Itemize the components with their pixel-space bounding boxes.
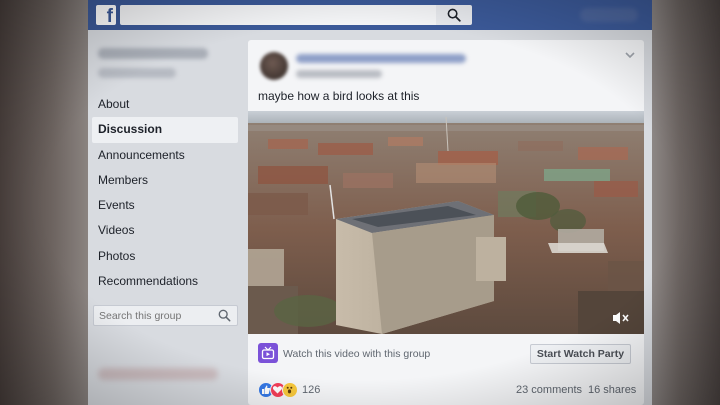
comments-link[interactable]: 23 comments (516, 384, 582, 396)
watch-party-bar: Watch this video with this group Start W… (248, 334, 644, 368)
top-bar: f (88, 0, 652, 30)
sidebar-item-announcements[interactable]: Announcements (92, 143, 238, 168)
search-icon[interactable] (218, 309, 231, 322)
wow-icon (282, 382, 298, 398)
speaker-muted-icon[interactable] (612, 311, 630, 325)
watch-party-icon (258, 343, 278, 363)
sidebar-item-photos[interactable]: Photos (92, 244, 238, 269)
watch-party-label: Watch this video with this group (283, 348, 431, 360)
background-right (652, 0, 720, 405)
sidebar-item-recommendations[interactable]: Recommendations (92, 269, 238, 294)
group-search-input[interactable] (94, 306, 214, 325)
sidebar-item-events[interactable]: Events (92, 193, 238, 218)
avatar[interactable] (260, 52, 288, 80)
chevron-down-icon[interactable] (624, 50, 636, 60)
sidebar-item-about[interactable]: About (92, 92, 238, 117)
facebook-logo[interactable]: f (96, 5, 116, 25)
background-left (0, 0, 88, 405)
feed-post: maybe how a bird looks at this Watch thi… (248, 40, 644, 405)
facebook-window: f About Discussion Announcements Members… (88, 0, 652, 405)
group-nav: About Discussion Announcements Members E… (92, 92, 238, 294)
post-text: maybe how a bird looks at this (258, 89, 420, 103)
sidebar-item-videos[interactable]: Videos (92, 218, 238, 243)
group-name[interactable] (98, 48, 208, 59)
castle-aerial-video-frame (248, 111, 644, 334)
reaction-count: 126 (302, 384, 321, 396)
start-watch-party-button[interactable]: Start Watch Party (530, 344, 631, 364)
search-icon (447, 8, 461, 22)
sidebar-blurred-content (98, 368, 218, 380)
video-player[interactable] (248, 111, 644, 334)
search-button[interactable] (436, 5, 472, 25)
sidebar-item-members[interactable]: Members (92, 168, 238, 193)
group-search (93, 305, 238, 326)
sidebar-item-discussion[interactable]: Discussion (92, 117, 238, 143)
post-timestamp[interactable] (296, 70, 382, 78)
post-author[interactable] (296, 54, 466, 63)
shares-link[interactable]: 16 shares (588, 384, 636, 396)
group-type (98, 68, 176, 78)
group-sidebar: About Discussion Announcements Members E… (88, 30, 248, 405)
search-input[interactable] (120, 5, 436, 25)
profile-link[interactable] (580, 8, 638, 22)
